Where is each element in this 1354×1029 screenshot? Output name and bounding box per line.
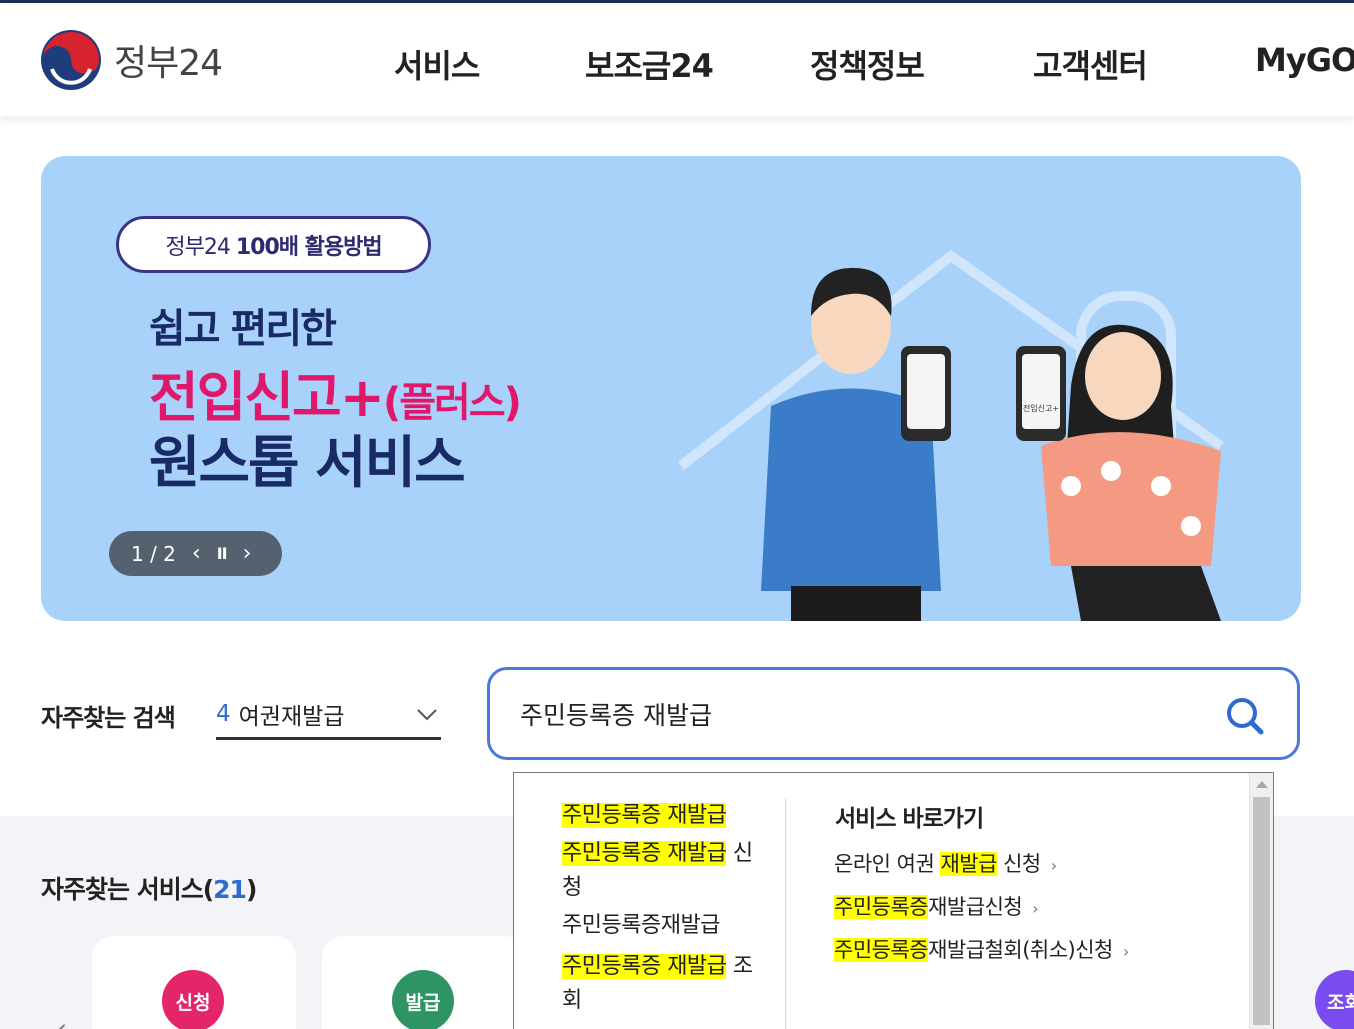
- chevron-right-icon: ›: [1050, 856, 1057, 875]
- pager-count: 1 / 2: [131, 541, 176, 566]
- shortcut-post: 신청: [996, 852, 1041, 876]
- favorites-title-end: ): [245, 875, 257, 904]
- shortcut-highlight: 주민등록증: [834, 895, 929, 919]
- favorites-title-text: 자주찾는 서비스(: [41, 875, 214, 904]
- banner-pager: 1 / 2 ‹ II ›: [109, 531, 282, 576]
- shortcut-link[interactable]: 온라인 여권 재발급 신청 ›: [834, 848, 1057, 878]
- shortcut-link[interactable]: 주민등록증재발급신청 ›: [834, 891, 1039, 921]
- shortcut-pre: 온라인 여권: [834, 852, 941, 876]
- suggestion-item[interactable]: 주민등록증 재발급: [562, 799, 772, 833]
- main-nav: 서비스 보조금24 정책정보 고객센터 MyGOV: [0, 41, 1354, 85]
- banner-line-1: 쉽고 편리한: [149, 306, 337, 352]
- chevron-left-icon[interactable]: ‹: [192, 541, 201, 566]
- service-card[interactable]: 신청: [92, 936, 296, 1029]
- trend-rank: 4: [216, 700, 231, 727]
- shortcut-post: 재발급신청: [928, 895, 1023, 919]
- badge-prefix: 정부24: [165, 234, 230, 260]
- trend-search-label: 자주찾는 검색: [41, 704, 176, 732]
- service-card[interactable]: 발급: [322, 936, 526, 1029]
- phone-label: 전입신고+: [1023, 403, 1059, 413]
- banner-line-3: 원스톱 서비스: [149, 431, 466, 496]
- banner-illustration: 전입신고+: [677, 249, 1224, 621]
- chevron-right-icon[interactable]: ›: [243, 541, 252, 566]
- suggestion-item[interactable]: 주민등록증재발급: [562, 909, 772, 943]
- suggestion-rest: 주민등록증재발급: [562, 913, 720, 938]
- suggestion-item[interactable]: 주민등록증 재발급 신청: [562, 837, 772, 905]
- promo-banner[interactable]: 정부24 100배 활용방법 쉽고 편리한 전입신고+(플러스) 원스톱 서비스…: [41, 156, 1301, 621]
- suggestion-highlight: 주민등록증 재발급: [562, 803, 727, 828]
- banner-badge: 정부24 100배 활용방법: [116, 216, 431, 273]
- dropdown-scrollbar[interactable]: [1249, 773, 1273, 1029]
- issue-badge: 발급: [392, 970, 454, 1029]
- scroll-thumb[interactable]: [1253, 797, 1270, 1025]
- suggestion-highlight: 주민등록증 재발급: [562, 954, 727, 979]
- nav-policy-info[interactable]: 정책정보: [810, 41, 925, 87]
- search-input[interactable]: [520, 692, 1200, 736]
- favorites-count: 21: [213, 875, 247, 904]
- trend-term: 여권재발급: [238, 703, 345, 730]
- favorites-title: 자주찾는 서비스(21): [41, 870, 257, 906]
- suggestion-highlight: 주민등록증 재발급: [562, 841, 727, 866]
- shortcut-post: 재발급철회(취소)신청: [928, 938, 1113, 962]
- chevron-down-icon: [417, 709, 437, 721]
- nav-subsidy24[interactable]: 보조금24: [585, 41, 714, 87]
- chevron-right-icon: ›: [1122, 942, 1129, 961]
- site-header: 정부24 서비스 보조금24 정책정보 고객센터 MyGOV: [0, 3, 1354, 116]
- nav-mygov[interactable]: MyGOV: [1255, 41, 1354, 79]
- autocomplete-dropdown: 주민등록증 재발급 주민등록증 재발급 신청 주민등록증재발급 주민등록증 재발…: [513, 772, 1274, 1029]
- dropdown-divider: [785, 799, 786, 1029]
- apply-badge: 신청: [162, 970, 224, 1029]
- nav-customer-center[interactable]: 고객센터: [1033, 41, 1148, 87]
- badge-text: 100배 활용방법: [235, 234, 383, 260]
- suggestion-item[interactable]: 주민등록증 재발급 조회: [562, 950, 772, 1018]
- nav-services[interactable]: 서비스: [394, 41, 480, 87]
- chevron-right-icon: ›: [1032, 899, 1039, 918]
- pause-icon[interactable]: II: [217, 544, 228, 563]
- shortcut-link[interactable]: 주민등록증재발급철회(취소)신청 ›: [834, 934, 1129, 964]
- search-box: [487, 667, 1300, 760]
- chevron-left-icon[interactable]: ‹: [56, 1012, 67, 1029]
- scroll-up-arrow-icon[interactable]: [1256, 781, 1268, 788]
- shortcut-highlight: 주민등록증: [834, 938, 929, 962]
- shortcut-highlight: 재발급: [940, 852, 997, 876]
- search-icon[interactable]: [1223, 694, 1267, 738]
- trend-search-select[interactable]: 4 여권재발급: [216, 690, 441, 740]
- shortcut-title: 서비스 바로가기: [835, 806, 984, 832]
